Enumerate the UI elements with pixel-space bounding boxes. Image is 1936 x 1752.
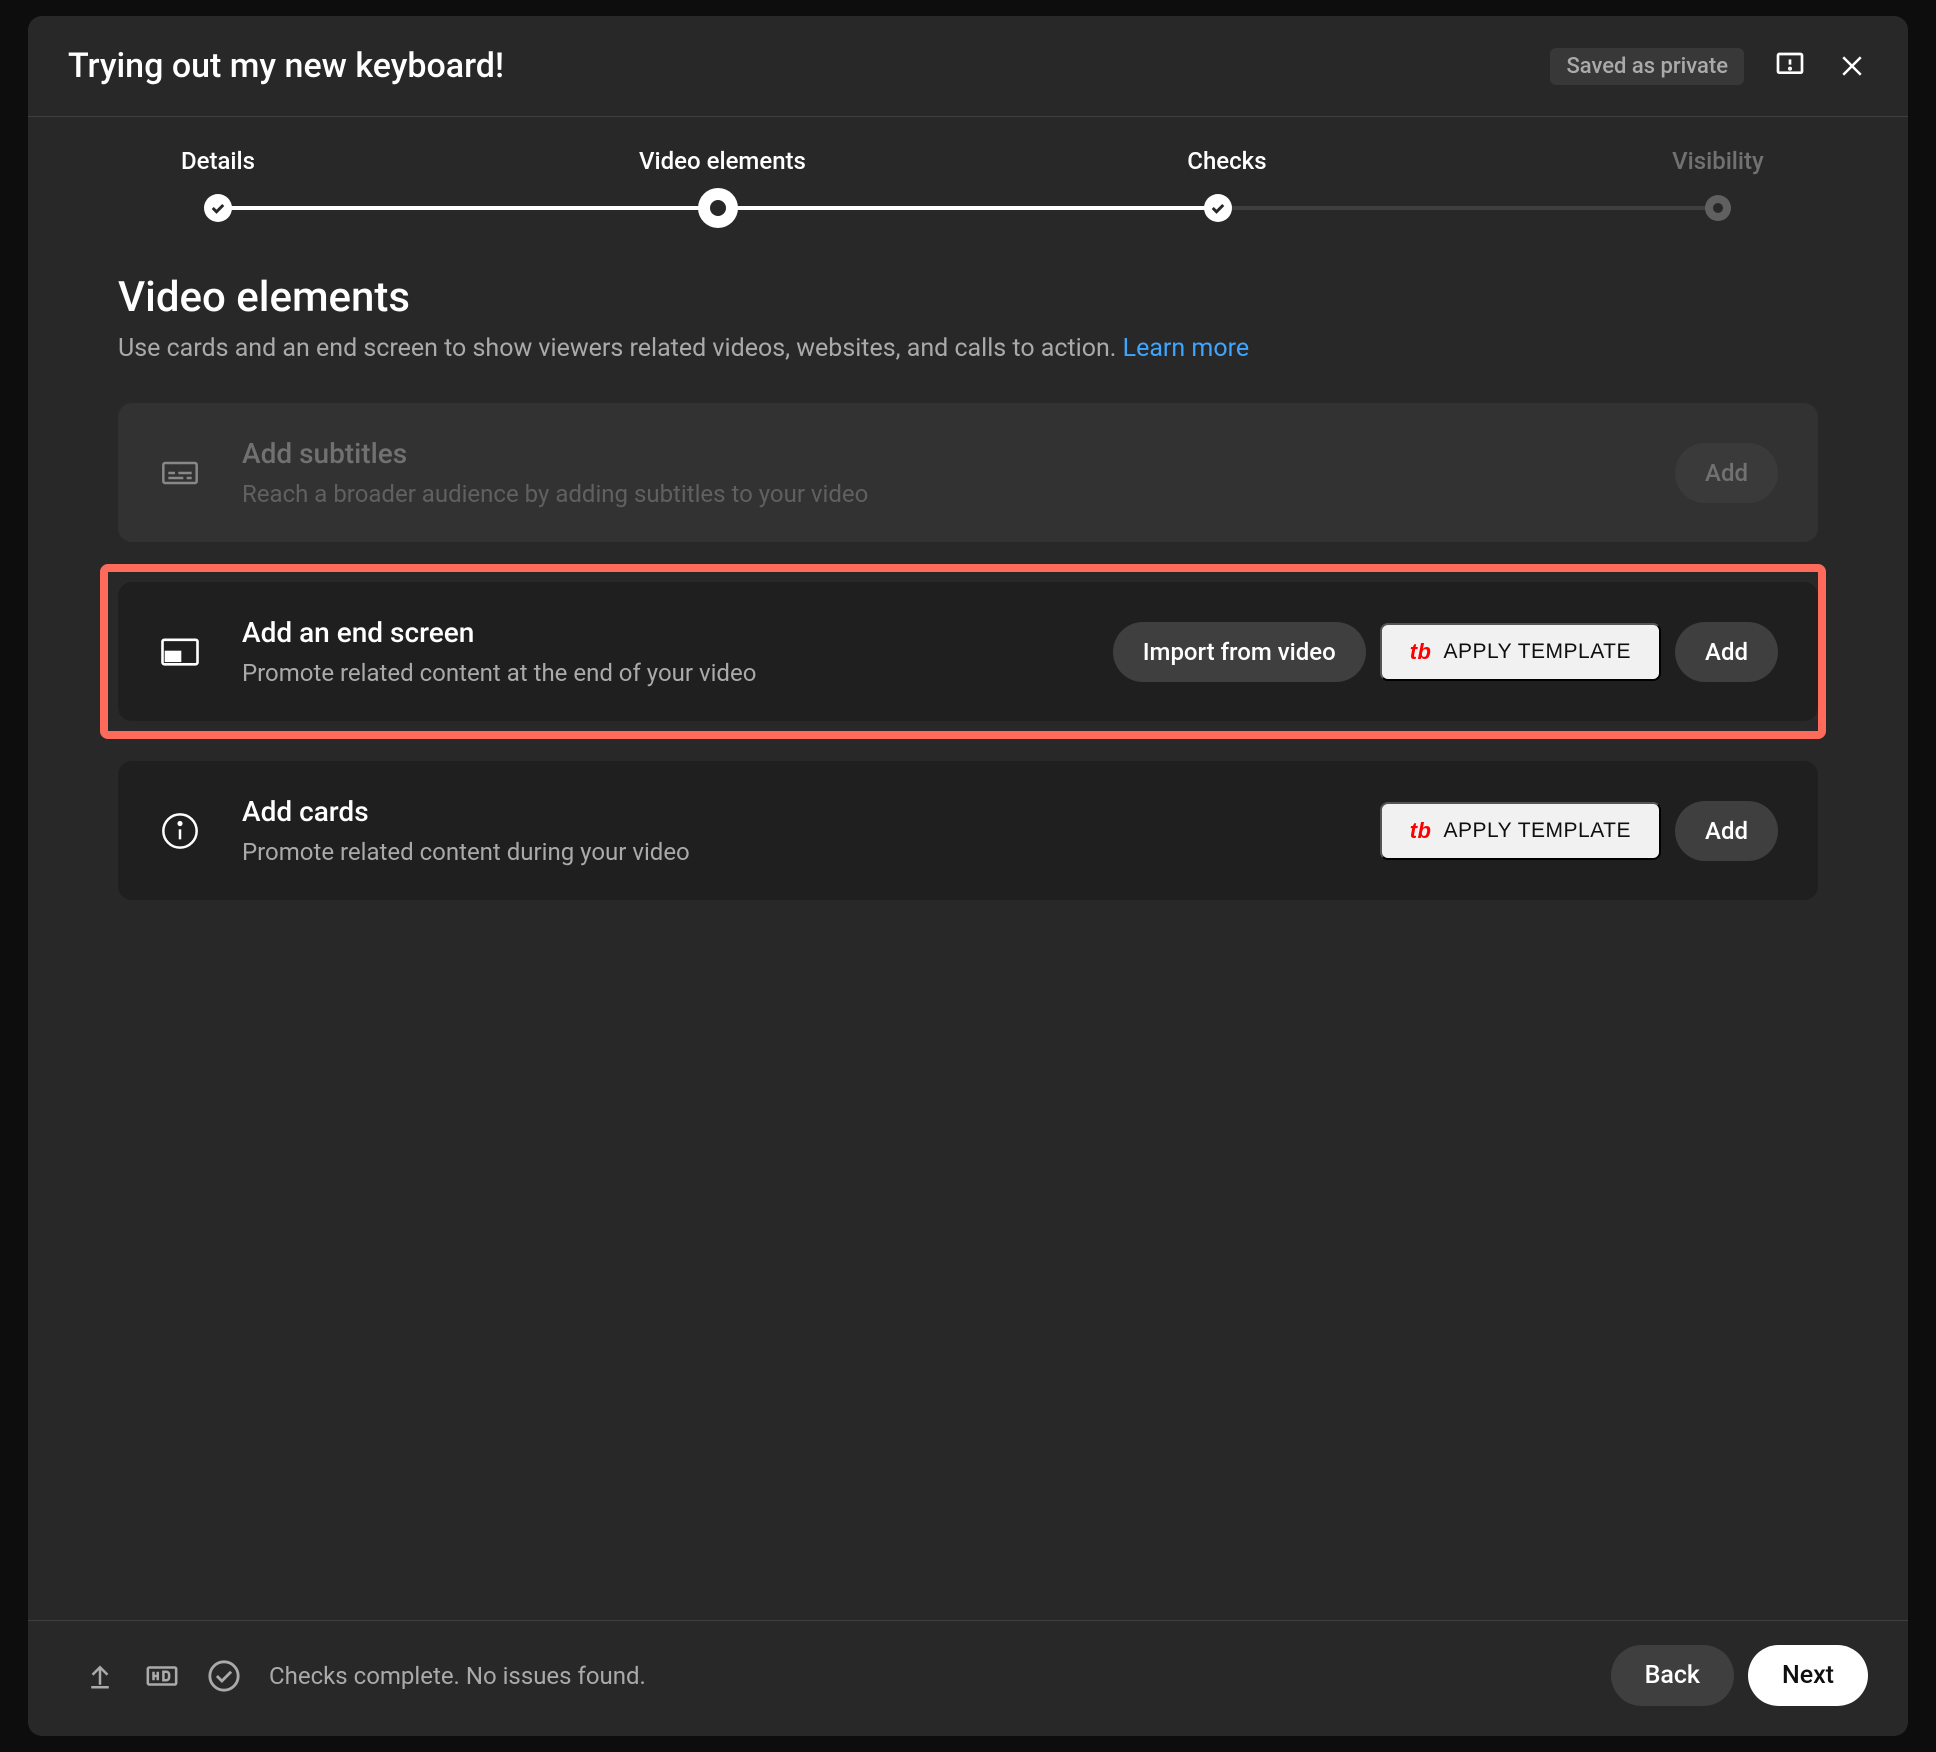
header-actions: Saved as private: [1550, 48, 1868, 85]
upload-dialog: Trying out my new keyboard! Saved as pri…: [28, 16, 1908, 1736]
step-dot-video-elements[interactable]: [698, 188, 738, 228]
upload-icon[interactable]: [83, 1659, 117, 1693]
info-icon: [158, 809, 202, 853]
next-button[interactable]: Next: [1748, 1645, 1868, 1706]
cards-description: Promote related content during your vide…: [242, 838, 1340, 866]
page-description-text: Use cards and an end screen to show view…: [118, 334, 1123, 363]
progress-stepper: Details Video elements Checks Visibility: [28, 117, 1908, 233]
subtitles-add-button: Add: [1675, 443, 1778, 503]
footer-actions: Back Next: [1611, 1645, 1868, 1706]
cards-title: Add cards: [242, 795, 1340, 828]
apply-template-end-screen-button[interactable]: tb APPLY TEMPLATE: [1380, 623, 1661, 681]
subtitles-card: Add subtitles Reach a broader audience b…: [118, 403, 1818, 542]
footer-status-text: Checks complete. No issues found.: [269, 1662, 646, 1690]
end-screen-add-button[interactable]: Add: [1675, 622, 1778, 682]
close-icon[interactable]: [1836, 50, 1868, 82]
back-button[interactable]: Back: [1611, 1645, 1734, 1706]
hd-icon[interactable]: [145, 1659, 179, 1693]
subtitles-title: Add subtitles: [242, 437, 1635, 470]
tubebuddy-icon: tb: [1410, 639, 1432, 665]
dialog-title: Trying out my new keyboard!: [68, 46, 504, 86]
dialog-content: Video elements Use cards and an end scre…: [28, 233, 1908, 1620]
step-checks-label[interactable]: Checks: [1157, 147, 1297, 175]
tubebuddy-icon: tb: [1410, 818, 1432, 844]
apply-template-cards-button[interactable]: tb APPLY TEMPLATE: [1380, 802, 1661, 860]
import-from-video-button[interactable]: Import from video: [1113, 622, 1366, 682]
saved-status-badge: Saved as private: [1550, 48, 1744, 85]
dialog-header: Trying out my new keyboard! Saved as pri…: [28, 16, 1908, 117]
step-visibility-label[interactable]: Visibility: [1648, 147, 1788, 175]
footer-status-area: Checks complete. No issues found.: [83, 1659, 646, 1693]
end-screen-title: Add an end screen: [242, 616, 1073, 649]
subtitles-actions: Add: [1675, 443, 1778, 503]
subtitles-description: Reach a broader audience by adding subti…: [242, 480, 1635, 508]
end-screen-description: Promote related content at the end of yo…: [242, 659, 1073, 687]
feedback-icon[interactable]: [1774, 50, 1806, 82]
subtitles-icon: [158, 451, 202, 495]
end-screen-icon: [158, 630, 202, 674]
step-dot-visibility[interactable]: [1705, 195, 1731, 221]
dialog-footer: Checks complete. No issues found. Back N…: [28, 1620, 1908, 1736]
step-video-elements-label[interactable]: Video elements: [639, 147, 806, 175]
page-title: Video elements: [118, 273, 1818, 322]
apply-template-label: APPLY TEMPLATE: [1444, 819, 1632, 843]
end-screen-card: Add an end screen Promote related conten…: [118, 582, 1818, 721]
cards-add-button[interactable]: Add: [1675, 801, 1778, 861]
end-screen-actions: Import from video tb APPLY TEMPLATE Add: [1113, 622, 1778, 682]
step-dot-details[interactable]: [204, 194, 232, 222]
apply-template-label: APPLY TEMPLATE: [1444, 640, 1632, 664]
stepper-track: [218, 193, 1718, 223]
end-screen-highlight: Add an end screen Promote related conten…: [100, 564, 1826, 739]
step-details-label[interactable]: Details: [148, 147, 288, 175]
page-description: Use cards and an end screen to show view…: [118, 334, 1818, 363]
cards-actions: tb APPLY TEMPLATE Add: [1380, 801, 1778, 861]
cards-card: Add cards Promote related content during…: [118, 761, 1818, 900]
subtitles-text: Add subtitles Reach a broader audience b…: [242, 437, 1635, 508]
end-screen-text: Add an end screen Promote related conten…: [242, 616, 1073, 687]
checks-complete-icon[interactable]: [207, 1659, 241, 1693]
learn-more-link[interactable]: Learn more: [1123, 334, 1249, 363]
cards-text: Add cards Promote related content during…: [242, 795, 1340, 866]
step-dot-checks[interactable]: [1204, 194, 1232, 222]
